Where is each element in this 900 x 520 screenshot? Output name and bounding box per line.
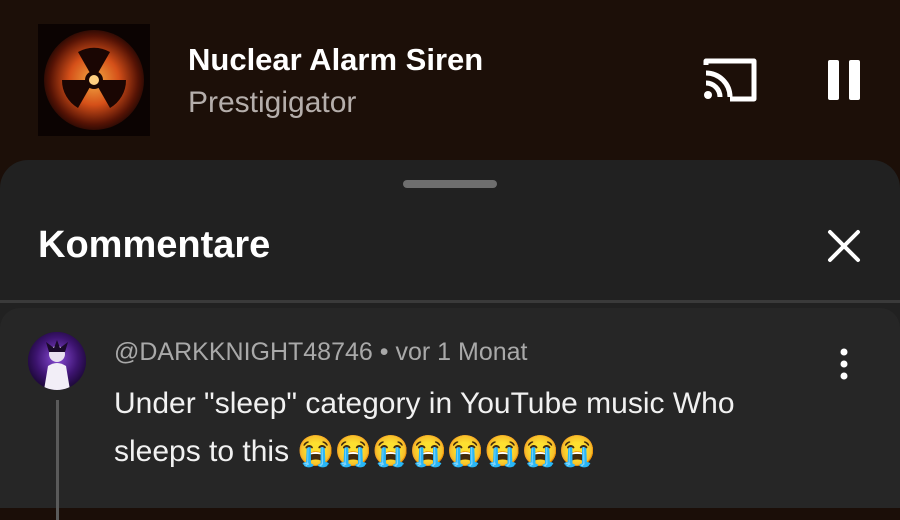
sheet-title: Kommentare bbox=[38, 224, 271, 266]
avatar[interactable] bbox=[28, 332, 86, 390]
comments-sheet: Kommentare @DARKKNIGHT48746 • vor 1 Mona… bbox=[0, 160, 900, 520]
close-button[interactable] bbox=[822, 224, 866, 268]
radiation-symbol-image bbox=[38, 24, 150, 136]
cast-icon bbox=[703, 58, 757, 102]
comment-time: vor 1 Monat bbox=[395, 338, 528, 366]
comment-text: Under "sleep" category in YouTube music … bbox=[114, 387, 735, 468]
cast-button[interactable] bbox=[700, 55, 760, 105]
meta-separator: • bbox=[372, 338, 396, 366]
album-art[interactable] bbox=[38, 24, 150, 136]
track-title[interactable]: Nuclear Alarm Siren bbox=[188, 42, 483, 78]
close-icon bbox=[828, 230, 860, 262]
drag-handle[interactable] bbox=[403, 180, 497, 188]
now-playing-bar[interactable]: Nuclear Alarm Siren Prestigigator bbox=[0, 0, 900, 170]
more-vert-icon bbox=[840, 348, 848, 380]
avatar-image bbox=[28, 332, 86, 390]
comment-author[interactable]: @DARKKNIGHT48746 bbox=[114, 338, 373, 366]
comment-item: @DARKKNIGHT48746 • vor 1 Monat Under "sl… bbox=[0, 308, 900, 520]
more-options-button[interactable] bbox=[832, 344, 856, 384]
pause-icon bbox=[828, 60, 860, 100]
thread-line bbox=[56, 400, 59, 520]
track-artist[interactable]: Prestigigator bbox=[188, 86, 356, 120]
divider bbox=[0, 300, 900, 303]
pause-button[interactable] bbox=[822, 56, 866, 104]
comment-meta: @DARKKNIGHT48746 • vor 1 Monat bbox=[114, 338, 527, 367]
